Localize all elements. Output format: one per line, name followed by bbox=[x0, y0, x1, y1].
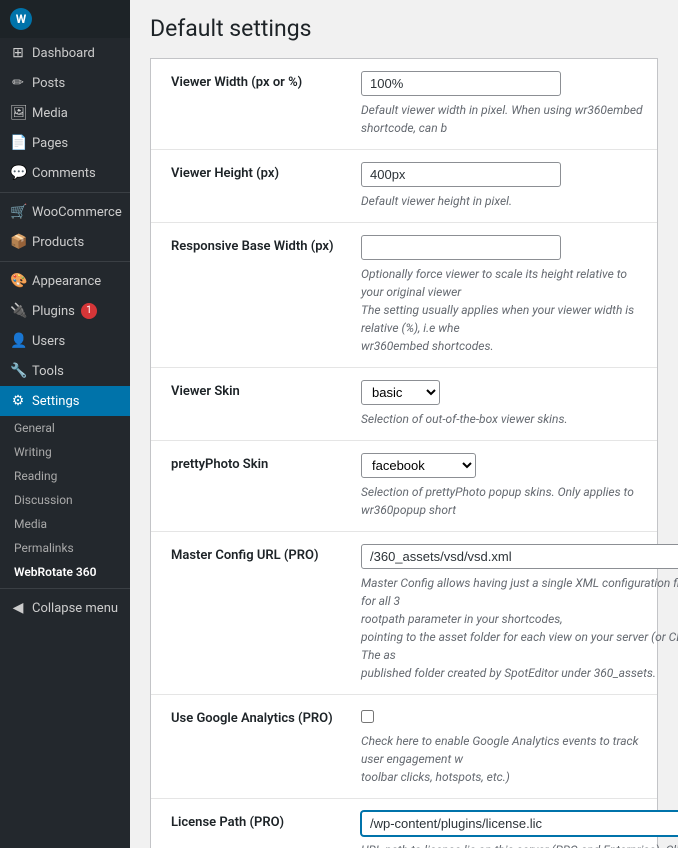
sidebar-item-posts-label: Posts bbox=[32, 76, 65, 91]
sidebar: W ⊞ Dashboard ✏ Posts 🖼 Media 📄 Pages 💬 … bbox=[0, 0, 130, 848]
settings-row-license-path: License Path (PRO) URL path to license.l… bbox=[151, 799, 657, 848]
viewer-height-field: Default viewer height in pixel. bbox=[351, 150, 657, 222]
license-path-label: License Path (PRO) bbox=[151, 799, 351, 848]
google-analytics-label: Use Google Analytics (PRO) bbox=[151, 695, 351, 798]
products-icon: 📦 bbox=[10, 234, 26, 250]
sidebar-item-plugins-label: Plugins bbox=[32, 304, 75, 319]
responsive-width-input[interactable] bbox=[361, 235, 561, 260]
prettyphoto-skin-label: prettyPhoto Skin bbox=[151, 441, 351, 531]
woocommerce-icon: 🛒 bbox=[10, 204, 26, 220]
sidebar-item-tools[interactable]: 🔧 Tools bbox=[0, 356, 130, 386]
settings-submenu: General Writing Reading Discussion Media… bbox=[0, 416, 130, 584]
responsive-width-field: Optionally force viewer to scale its hei… bbox=[351, 223, 657, 367]
responsive-width-description: Optionally force viewer to scale its hei… bbox=[361, 265, 647, 355]
main-content: Default settings Viewer Width (px or %) … bbox=[130, 0, 678, 848]
sidebar-item-settings[interactable]: ⚙ Settings bbox=[0, 386, 130, 416]
master-config-label: Master Config URL (PRO) bbox=[151, 532, 351, 694]
collapse-label: Collapse menu bbox=[32, 601, 118, 616]
sidebar-item-posts[interactable]: ✏ Posts bbox=[0, 68, 130, 98]
submenu-item-media-sub[interactable]: Media bbox=[0, 512, 130, 536]
viewer-skin-label: Viewer Skin bbox=[151, 368, 351, 440]
wordpress-icon: W bbox=[10, 8, 32, 30]
sidebar-item-comments[interactable]: 💬 Comments bbox=[0, 158, 130, 188]
license-path-field: URL path to license.lic on this server (… bbox=[351, 799, 678, 848]
sidebar-item-plugins[interactable]: 🔌 Plugins 1 bbox=[0, 296, 130, 326]
prettyphoto-skin-description: Selection of prettyPhoto popup skins. On… bbox=[361, 483, 647, 519]
viewer-height-description: Default viewer height in pixel. bbox=[361, 192, 647, 210]
viewer-width-input[interactable] bbox=[361, 71, 561, 96]
sidebar-item-users-label: Users bbox=[32, 334, 65, 349]
sidebar-item-pages-label: Pages bbox=[32, 136, 68, 151]
master-config-field: Master Config allows having just a singl… bbox=[351, 532, 678, 694]
submenu-item-writing[interactable]: Writing bbox=[0, 440, 130, 464]
sidebar-item-collapse[interactable]: ◀ Collapse menu bbox=[0, 593, 130, 623]
viewer-height-label: Viewer Height (px) bbox=[151, 150, 351, 222]
sidebar-logo: W bbox=[0, 0, 130, 38]
settings-row-master-config: Master Config URL (PRO) Master Config al… bbox=[151, 532, 657, 695]
viewer-width-label: Viewer Width (px or %) bbox=[151, 59, 351, 149]
settings-icon: ⚙ bbox=[10, 393, 26, 409]
submenu-item-reading[interactable]: Reading bbox=[0, 464, 130, 488]
viewer-skin-select-wrapper: basic minimal custom bbox=[361, 380, 647, 405]
comments-icon: 💬 bbox=[10, 165, 26, 181]
page-title: Default settings bbox=[150, 15, 658, 42]
sidebar-item-pages[interactable]: 📄 Pages bbox=[0, 128, 130, 158]
viewer-skin-select[interactable]: basic minimal custom bbox=[361, 380, 440, 405]
settings-row-google-analytics: Use Google Analytics (PRO) Check here to… bbox=[151, 695, 657, 799]
license-path-description: URL path to license.lic on this server (… bbox=[361, 841, 678, 848]
sidebar-item-users[interactable]: 👤 Users bbox=[0, 326, 130, 356]
settings-row-prettyphoto-skin: prettyPhoto Skin facebook pp_default dar… bbox=[151, 441, 657, 532]
google-analytics-field: Check here to enable Google Analytics ev… bbox=[351, 695, 657, 798]
submenu-item-webrotate360[interactable]: WebRotate 360 bbox=[0, 560, 130, 584]
collapse-icon: ◀ bbox=[10, 600, 26, 616]
viewer-skin-field: basic minimal custom Selection of out-of… bbox=[351, 368, 657, 440]
settings-container: Viewer Width (px or %) Default viewer wi… bbox=[150, 58, 658, 848]
plugins-icon: 🔌 bbox=[10, 303, 26, 319]
users-icon: 👤 bbox=[10, 333, 26, 349]
sidebar-item-products-label: Products bbox=[32, 235, 84, 250]
settings-row-viewer-height: Viewer Height (px) Default viewer height… bbox=[151, 150, 657, 223]
sidebar-sep-1 bbox=[0, 192, 130, 193]
settings-row-responsive-width: Responsive Base Width (px) Optionally fo… bbox=[151, 223, 657, 368]
google-analytics-description: Check here to enable Google Analytics ev… bbox=[361, 732, 647, 786]
sidebar-item-products[interactable]: 📦 Products bbox=[0, 227, 130, 257]
license-path-input[interactable] bbox=[361, 811, 678, 836]
submenu-item-permalinks[interactable]: Permalinks bbox=[0, 536, 130, 560]
responsive-width-label: Responsive Base Width (px) bbox=[151, 223, 351, 367]
sidebar-item-appearance[interactable]: 🎨 Appearance bbox=[0, 266, 130, 296]
posts-icon: ✏ bbox=[10, 75, 26, 91]
appearance-icon: 🎨 bbox=[10, 273, 26, 289]
sidebar-item-media-label: Media bbox=[32, 106, 68, 121]
prettyphoto-skin-field: facebook pp_default dark_rounded dark_sq… bbox=[351, 441, 657, 531]
pages-icon: 📄 bbox=[10, 135, 26, 151]
sidebar-item-settings-label: Settings bbox=[32, 394, 79, 409]
sidebar-item-dashboard-label: Dashboard bbox=[32, 46, 95, 61]
master-config-input[interactable] bbox=[361, 544, 678, 569]
sidebar-sep-2 bbox=[0, 261, 130, 262]
submenu-item-discussion[interactable]: Discussion bbox=[0, 488, 130, 512]
settings-row-viewer-width: Viewer Width (px or %) Default viewer wi… bbox=[151, 59, 657, 150]
prettyphoto-skin-select[interactable]: facebook pp_default dark_rounded dark_sq… bbox=[361, 453, 476, 478]
sidebar-sep-3 bbox=[0, 588, 130, 589]
tools-icon: 🔧 bbox=[10, 363, 26, 379]
sidebar-item-dashboard[interactable]: ⊞ Dashboard bbox=[0, 38, 130, 68]
master-config-description: Master Config allows having just a singl… bbox=[361, 574, 678, 682]
viewer-width-description: Default viewer width in pixel. When usin… bbox=[361, 101, 647, 137]
sidebar-item-comments-label: Comments bbox=[32, 166, 96, 181]
google-analytics-checkbox[interactable] bbox=[361, 710, 374, 723]
sidebar-item-media[interactable]: 🖼 Media bbox=[0, 98, 130, 128]
sidebar-item-woocommerce[interactable]: 🛒 WooCommerce bbox=[0, 197, 130, 227]
dashboard-icon: ⊞ bbox=[10, 45, 26, 61]
viewer-skin-description: Selection of out-of-the-box viewer skins… bbox=[361, 410, 647, 428]
plugins-badge: 1 bbox=[81, 303, 97, 319]
sidebar-item-woocommerce-label: WooCommerce bbox=[32, 205, 122, 220]
media-icon: 🖼 bbox=[10, 105, 26, 121]
sidebar-item-appearance-label: Appearance bbox=[32, 274, 101, 289]
prettyphoto-skin-select-wrapper: facebook pp_default dark_rounded dark_sq… bbox=[361, 453, 647, 478]
settings-row-viewer-skin: Viewer Skin basic minimal custom Selecti… bbox=[151, 368, 657, 441]
submenu-item-general[interactable]: General bbox=[0, 416, 130, 440]
viewer-height-input[interactable] bbox=[361, 162, 561, 187]
sidebar-item-tools-label: Tools bbox=[32, 364, 64, 379]
viewer-width-field: Default viewer width in pixel. When usin… bbox=[351, 59, 657, 149]
